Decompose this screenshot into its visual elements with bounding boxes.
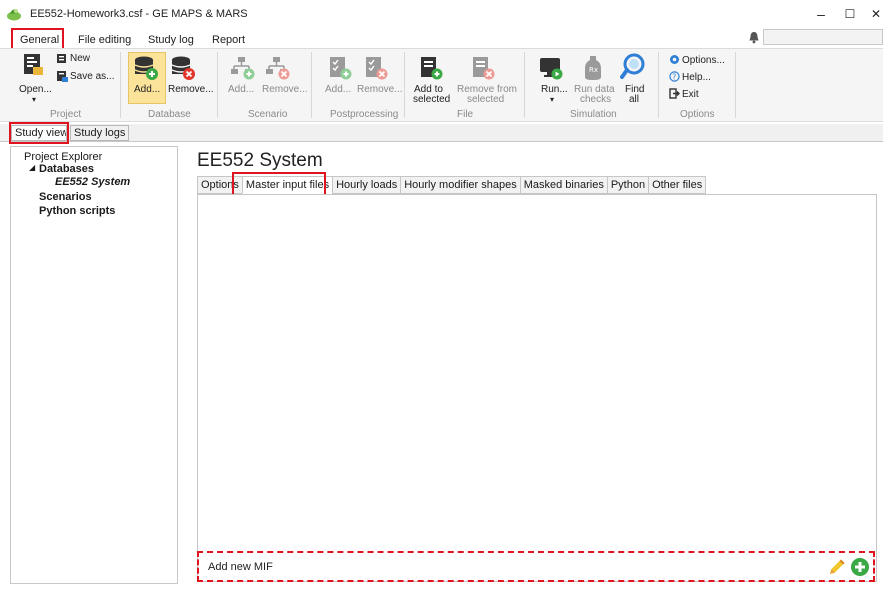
exit-icon: [669, 88, 680, 99]
group-label-project: Project: [50, 109, 82, 120]
run-button[interactable]: Run...: [541, 84, 568, 95]
study-viewer-highlight: [9, 122, 69, 144]
open-dropdown-arrow[interactable]: ▾: [32, 94, 36, 105]
group-label-scenario: Scenario: [248, 109, 288, 120]
group-label-postprocessing: Postprocessing: [330, 109, 399, 120]
group-separator: [735, 52, 736, 118]
add-database-label: Add...: [134, 84, 161, 95]
minimize-button[interactable]: –: [805, 0, 837, 28]
remove-file-icon: [473, 57, 495, 80]
tab-hourly-modifier-shapes[interactable]: Hourly modifier shapes: [400, 176, 520, 194]
close-button[interactable]: ✕: [860, 0, 883, 28]
help-icon: ?: [669, 71, 680, 82]
postprocessing-remove-icon: [366, 57, 388, 80]
tree-item-ee552-system[interactable]: EE552 System: [55, 176, 130, 188]
page-title: EE552 System: [197, 150, 323, 171]
add-file-icon: [421, 57, 443, 80]
tab-hourly-loads[interactable]: Hourly loads: [332, 176, 401, 194]
help-button[interactable]: Help...: [682, 72, 711, 83]
add-mif-highlight: [197, 551, 875, 582]
run-data-checks-icon: Rx: [585, 56, 601, 80]
tab-file-editing[interactable]: File editing: [78, 32, 131, 48]
add-scenario-button[interactable]: Add...: [228, 84, 254, 95]
explorer-root: Project Explorer: [24, 151, 103, 163]
tree-item-python-scripts[interactable]: Python scripts: [39, 205, 115, 217]
run-dropdown-arrow[interactable]: ▾: [550, 94, 554, 105]
run-data-checks-label-2: checks: [580, 94, 612, 105]
group-label-options: Options: [680, 109, 715, 120]
group-separator: [524, 52, 525, 118]
remove-from-selected-label-2: selected: [467, 94, 505, 105]
group-separator: [120, 52, 121, 118]
tab-other-files[interactable]: Other files: [648, 176, 707, 194]
options-button[interactable]: Options...: [682, 55, 725, 66]
new-button[interactable]: New: [70, 53, 90, 64]
svg-text:?: ?: [672, 73, 676, 82]
save-as-icon: [57, 71, 68, 82]
tree-item-scenarios[interactable]: Scenarios: [39, 191, 92, 203]
bell-icon[interactable]: [748, 31, 760, 44]
tab-study-logs[interactable]: Study logs: [70, 125, 130, 141]
remove-scenario-button[interactable]: Remove...: [262, 84, 308, 95]
group-label-database: Database: [148, 109, 191, 120]
database-remove-icon: [171, 56, 195, 80]
svg-text:Rx: Rx: [589, 66, 598, 74]
scenario-remove-icon: [266, 57, 290, 80]
gear-icon: [670, 55, 679, 64]
app-logo-icon: [7, 9, 21, 21]
exit-button[interactable]: Exit: [682, 89, 699, 100]
add-postprocessing-button[interactable]: Add...: [325, 84, 351, 95]
tree-item-databases[interactable]: Databases: [39, 163, 94, 175]
group-separator: [217, 52, 218, 118]
add-to-selected-label-2: selected: [413, 94, 451, 105]
scenario-add-icon: [231, 57, 255, 80]
group-separator: [658, 52, 659, 118]
tab-python[interactable]: Python: [606, 176, 649, 194]
save-as-button[interactable]: Save as...: [70, 71, 114, 82]
run-icon: [540, 58, 563, 80]
expand-toggle-icon[interactable]: ◢: [29, 163, 35, 172]
postprocessing-add-icon: [330, 57, 352, 80]
tab-masked-binaries[interactable]: Masked binaries: [519, 176, 607, 194]
group-separator: [311, 52, 312, 118]
remove-postprocessing-button[interactable]: Remove...: [357, 84, 403, 95]
open-icon: [24, 54, 43, 75]
study-tabs-bar: [0, 124, 883, 142]
database-add-icon: [134, 56, 158, 80]
group-separator: [404, 52, 405, 118]
tab-report[interactable]: Report: [212, 32, 245, 48]
group-label-simulation: Simulation: [570, 109, 617, 120]
mif-list-area: [197, 194, 877, 582]
group-label-file: File: [457, 109, 474, 120]
new-icon: [57, 54, 66, 63]
tab-study-log[interactable]: Study log: [148, 32, 194, 48]
window-title: EE552-Homework3.csf - GE MAPS & MARS: [30, 8, 248, 20]
find-all-icon: [620, 53, 645, 79]
remove-database-button[interactable]: Remove...: [168, 84, 214, 95]
find-all-label-2: all: [629, 94, 640, 105]
search-input[interactable]: [763, 29, 883, 45]
